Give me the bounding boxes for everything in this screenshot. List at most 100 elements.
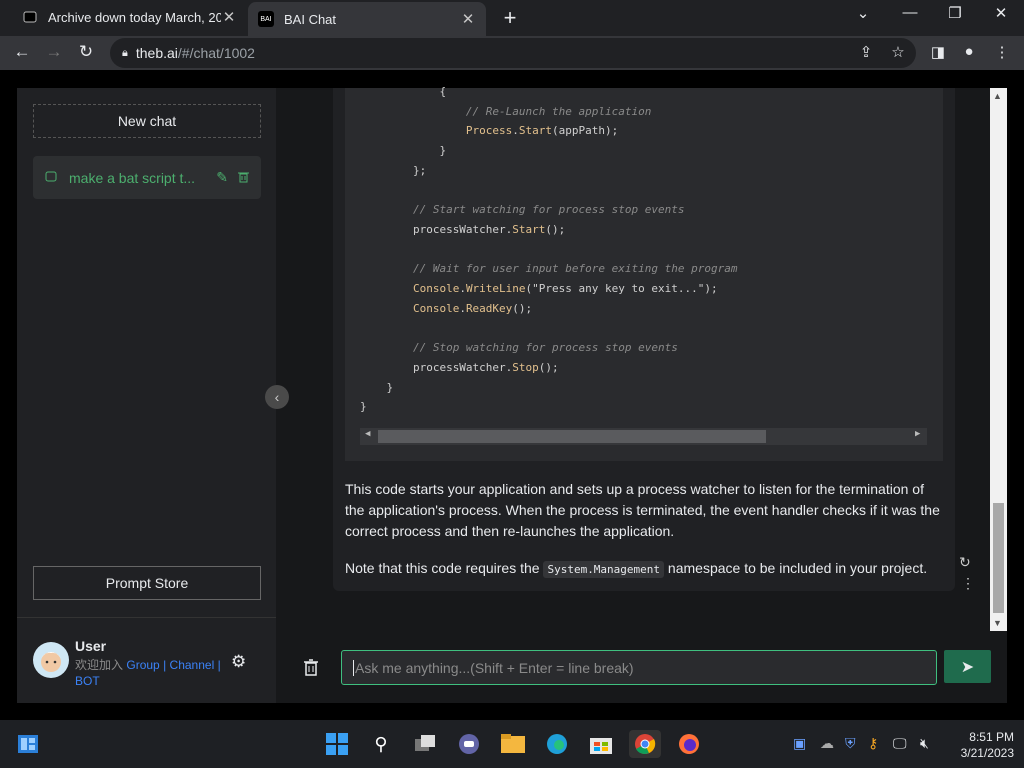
send-icon: ➤ <box>960 658 975 676</box>
chat-item[interactable]: make a bat script t... ✎ <box>33 156 261 199</box>
code-line: } <box>360 400 367 413</box>
new-chat-button[interactable]: New chat <box>33 104 261 138</box>
channel-link[interactable]: Channel <box>170 658 215 672</box>
chrome-icon[interactable] <box>629 730 661 758</box>
code-line: // Stop watching for process stop events <box>413 341 678 354</box>
bai-logo-icon: BAI <box>258 11 274 27</box>
windows-start-icon[interactable] <box>323 730 351 758</box>
prompt-store-button[interactable]: Prompt Store <box>33 566 261 600</box>
file-explorer-icon[interactable] <box>499 730 527 758</box>
scrollbar-thumb[interactable] <box>993 503 1004 613</box>
code-token: (); <box>538 360 559 374</box>
code-token: // Start watching for process stop event… <box>412 203 685 217</box>
join-text: 欢迎加入 <box>75 658 124 672</box>
code-token: Start <box>518 124 553 138</box>
firefox-icon[interactable] <box>675 730 703 758</box>
minimize-icon[interactable]: — <box>890 4 930 21</box>
code-token: Console <box>412 282 460 295</box>
key-icon[interactable]: ⚷ <box>868 735 878 752</box>
code-horizontal-scrollbar[interactable]: ◀ ▶ <box>360 428 927 445</box>
chat-vertical-scrollbar[interactable]: ▲ ▼ <box>990 88 1007 631</box>
close-tab-icon[interactable]: ✕ <box>221 8 237 26</box>
security-icon[interactable]: ⛨ <box>845 735 856 752</box>
system-clock[interactable]: 8:51 PM 3/21/2023 <box>944 729 1014 761</box>
url-bar[interactable]: 🔒︎ theb.ai /#/chat/1002 <box>110 38 916 68</box>
store-icon[interactable] <box>587 730 615 758</box>
tab-archive[interactable]: Archive down today March, 2023 ✕ <box>12 0 247 34</box>
code-token: Console <box>412 301 460 315</box>
gear-icon[interactable]: ⚙ <box>231 652 246 672</box>
chat-item-title: make a bat script t... <box>69 169 196 186</box>
code-line: Console.ReadKey(); <box>413 302 532 315</box>
tab-title: BAI Chat <box>284 11 337 27</box>
community-links: 欢迎加入 Group | Channel | BOT <box>75 657 235 689</box>
browser-menu-icon[interactable]: ⋮ <box>991 43 1013 61</box>
link-separator: | <box>217 658 221 672</box>
profile-icon[interactable]: ● <box>958 43 980 60</box>
restore-icon[interactable]: ❐ <box>935 4 975 22</box>
code-line: { <box>439 85 446 98</box>
scroll-down-icon[interactable]: ▼ <box>993 618 1002 628</box>
onedrive-icon[interactable]: ☁ <box>820 735 834 752</box>
scrollbar-thumb[interactable] <box>378 430 766 443</box>
chat-input[interactable]: Ask me anything...(Shift + Enter = line … <box>341 650 937 685</box>
new-tab-icon[interactable]: + <box>498 5 522 31</box>
clear-chat-icon[interactable] <box>303 658 319 681</box>
code-token: // Re-Launch the application <box>465 104 652 118</box>
message-paragraph: This code starts your application and se… <box>345 481 940 539</box>
tab-title: Archive down today March, 2023 <box>48 9 221 25</box>
code-line: // Wait for user input before exiting th… <box>413 262 738 275</box>
side-panel-icon[interactable]: ◨ <box>927 43 949 61</box>
reload-icon[interactable]: ↻ <box>74 42 98 62</box>
task-view-icon[interactable] <box>411 730 439 758</box>
widgets-icon[interactable] <box>14 730 42 758</box>
tab-search-icon[interactable]: ⌄ <box>843 4 883 22</box>
code-token: Stop <box>512 360 539 374</box>
scroll-up-icon[interactable]: ▲ <box>993 91 1002 101</box>
browser-tab-strip: Archive down today March, 2023 ✕ BAI BAI… <box>0 0 1024 36</box>
code-token: processWatcher. <box>412 360 513 374</box>
assistant-message: {// Re-Launch the application Process.Sta… <box>333 85 955 591</box>
code-token: . <box>459 282 466 295</box>
network-icon[interactable]: 🖵︎ <box>893 735 907 752</box>
search-icon[interactable]: ⚲ <box>367 730 395 758</box>
code-token: . <box>512 124 519 138</box>
teams-chat-icon[interactable] <box>455 730 483 758</box>
code-line: processWatcher.Stop(); <box>413 361 559 374</box>
note-text-before: Note that this code requires the <box>345 560 544 576</box>
close-window-icon[interactable]: ✕ <box>981 4 1021 22</box>
share-icon[interactable]: ⇪ <box>855 43 877 61</box>
tab-bai-chat[interactable]: BAI BAI Chat ✕ <box>248 2 486 36</box>
code-token: Start <box>512 222 546 236</box>
collapse-sidebar-button[interactable]: ‹ <box>265 385 289 409</box>
code-block: {// Re-Launch the application Process.Sta… <box>345 85 943 461</box>
code-token: Process <box>465 124 513 138</box>
group-link[interactable]: Group <box>126 658 159 672</box>
url-domain: theb.ai <box>135 45 178 61</box>
close-tab-icon[interactable]: ✕ <box>460 10 476 28</box>
forward-icon[interactable]: → <box>42 42 66 62</box>
delete-chat-icon[interactable] <box>238 170 249 186</box>
link-separator: | <box>163 658 167 672</box>
edit-icon[interactable]: ✎ <box>216 169 228 186</box>
more-options-icon[interactable]: ⋮ <box>961 575 975 592</box>
code-token: // Stop watching for process stop events <box>412 341 678 355</box>
teams-icon[interactable]: ▣ <box>793 735 806 752</box>
bookmark-star-icon[interactable]: ☆ <box>887 43 909 61</box>
windows-taskbar: ⚲ ▣ ☁ ⛨ ⚷ 🖵︎ 🔇︎ 8:51 PM 3/21/2023 <box>0 720 1024 768</box>
send-button[interactable]: ➤ <box>944 650 991 683</box>
scroll-left-icon[interactable]: ◀ <box>365 429 370 439</box>
edge-icon[interactable] <box>543 730 571 758</box>
code-token: } <box>439 144 447 158</box>
code-token: }; <box>412 163 427 177</box>
chat-input-placeholder: Ask me anything...(Shift + Enter = line … <box>355 659 634 676</box>
bot-link[interactable]: BOT <box>75 674 100 688</box>
volume-muted-icon[interactable]: 🔇︎ <box>920 735 929 752</box>
clock-date: 3/21/2023 <box>960 746 1014 760</box>
chat-bubble-icon <box>45 170 57 186</box>
inline-code: System.Management <box>543 561 665 578</box>
regenerate-icon[interactable]: ↻ <box>959 554 971 571</box>
back-icon[interactable]: ← <box>10 42 34 62</box>
code-token: } <box>386 380 394 394</box>
scroll-right-icon[interactable]: ▶ <box>915 429 920 439</box>
